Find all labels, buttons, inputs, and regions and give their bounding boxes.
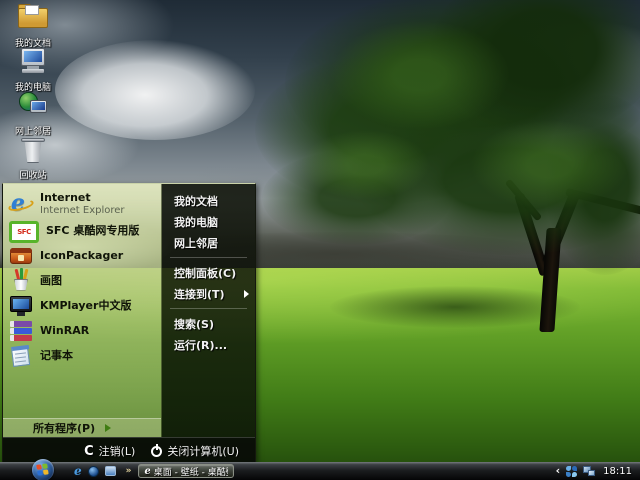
- tray-collapse-chevron[interactable]: ‹: [556, 465, 561, 476]
- notepad-icon: [9, 344, 33, 368]
- taskbar-clock[interactable]: 18:11: [603, 466, 634, 477]
- iconpackager-icon: [9, 244, 33, 268]
- menu-item-my-computer[interactable]: 我的电脑: [162, 211, 255, 232]
- system-tray: ‹ 18:11: [556, 465, 640, 477]
- menu-item-sublabel: Internet Explorer: [40, 204, 125, 216]
- all-programs-arrow-icon: [105, 424, 112, 432]
- desktop-icon-recycle-bin[interactable]: 回收站: [4, 134, 62, 181]
- submenu-arrow-icon: [244, 289, 249, 298]
- shutdown-button[interactable]: 关闭计算机(U): [151, 443, 239, 459]
- desktop-screen: 我的文档 我的电脑 网上邻居 回收站 e Internet Internet Ex…: [0, 0, 640, 480]
- menu-item-search[interactable]: 搜索(S): [162, 313, 255, 334]
- quick-launch-overflow-chevron[interactable]: »: [126, 466, 132, 476]
- menu-separator: [170, 308, 247, 309]
- task-button-desktop-wallpaper[interactable]: e 桌面 - 壁纸 - 桌酷壁...: [138, 464, 235, 478]
- menu-item-my-documents[interactable]: 我的文档: [162, 190, 255, 211]
- power-icon: [151, 443, 163, 457]
- my-documents-icon: [18, 4, 48, 28]
- logoff-icon: C: [84, 443, 94, 459]
- start-menu-right-panel: 我的文档 我的电脑 网上邻居 控制面板(C) 连接到(T) 搜索(S) 运行(R…: [162, 184, 255, 437]
- internet-explorer-icon: e: [7, 190, 35, 216]
- kmplayer-icon: [9, 294, 33, 318]
- menu-separator: [170, 257, 247, 258]
- pinwheel-tray-icon[interactable]: [566, 465, 578, 477]
- winrar-icon: [9, 319, 33, 343]
- windows-orb-icon: [36, 462, 50, 477]
- start-menu: e Internet Internet Explorer SFC SFC 桌酷网专…: [2, 183, 256, 464]
- window-quick-launch-icon[interactable]: [104, 466, 116, 476]
- menu-item-control-panel[interactable]: 控制面板(C): [162, 262, 255, 283]
- desktop-icon-my-computer[interactable]: 我的电脑: [4, 46, 62, 93]
- menu-item-iconpackager[interactable]: IconPackager: [3, 243, 161, 268]
- ie-icon: e: [144, 466, 149, 477]
- paint-icon: [9, 267, 33, 293]
- desktop-icon-label: 回收站: [19, 171, 47, 181]
- taskbar: e » e 桌面 - 壁纸 - 桌酷壁... ‹ 18:11: [0, 458, 640, 480]
- menu-item-sfc[interactable]: SFC SFC 桌酷网专用版: [3, 218, 161, 243]
- ie-quick-launch-icon[interactable]: e: [74, 464, 82, 478]
- menu-item-kmplayer[interactable]: KMPlayer中文版: [3, 293, 161, 318]
- desktop-icon-network-places[interactable]: 网上邻居: [4, 90, 62, 137]
- all-programs-button[interactable]: 所有程序(P): [3, 418, 161, 437]
- logoff-button[interactable]: C 注销(L): [84, 443, 135, 459]
- menu-item-internet[interactable]: e Internet Internet Explorer: [3, 189, 161, 218]
- desktop-icon-list: 我的文档 我的电脑 网上邻居 回收站: [4, 2, 62, 181]
- start-button[interactable]: [32, 458, 54, 480]
- menu-item-notepad[interactable]: 记事本: [3, 343, 161, 368]
- menu-item-network-places[interactable]: 网上邻居: [162, 232, 255, 253]
- recycle-bin-icon: [20, 136, 46, 163]
- my-computer-icon: [18, 48, 48, 74]
- menu-item-run[interactable]: 运行(R)...: [162, 334, 255, 355]
- menu-item-paint[interactable]: 画图: [3, 267, 161, 293]
- menu-item-connect-to[interactable]: 连接到(T): [162, 283, 255, 304]
- quick-launch-bar: e »: [74, 464, 132, 478]
- globe-quick-launch-icon[interactable]: [87, 465, 99, 477]
- network-places-icon: [18, 92, 48, 118]
- network-tray-icon[interactable]: [583, 466, 596, 476]
- sfc-icon: SFC: [9, 221, 39, 243]
- menu-item-winrar[interactable]: WinRAR: [3, 318, 161, 343]
- start-menu-left-panel: e Internet Internet Explorer SFC SFC 桌酷网专…: [3, 184, 162, 437]
- desktop-icon-my-documents[interactable]: 我的文档: [4, 2, 62, 49]
